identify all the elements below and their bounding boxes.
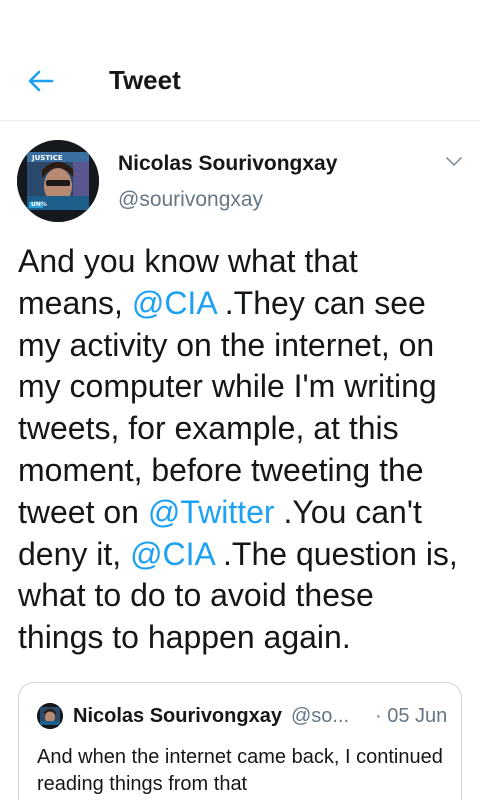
- tweet-menu-button[interactable]: [442, 150, 466, 174]
- mention-link[interactable]: @CIA: [130, 536, 214, 572]
- author-handle[interactable]: @sourivongxay: [118, 186, 263, 214]
- quoted-tweet-text: And when the internet came back, I conti…: [37, 746, 443, 795]
- tweet-detail-screen: Tweet JUSTICE UN% Nicolas Sourivongxay @…: [0, 0, 480, 800]
- mention-link[interactable]: @Twitter: [148, 494, 275, 530]
- tweet-body: And you know what that means, @CIA .They…: [18, 241, 468, 659]
- avatar-badge-bottom: UN%: [31, 201, 47, 208]
- chevron-down-icon: [446, 157, 462, 166]
- avatar-image: [37, 703, 63, 729]
- quoted-author-handle: @so...: [291, 705, 350, 727]
- back-button[interactable]: [26, 66, 56, 96]
- quoted-tweet-date: · 05 Jun: [375, 705, 448, 727]
- avatar-badge-top: JUSTICE: [32, 154, 63, 162]
- author-avatar[interactable]: JUSTICE UN%: [17, 140, 99, 222]
- quoted-author-avatar: [37, 703, 63, 729]
- page-title: Tweet: [109, 65, 181, 95]
- author-name[interactable]: Nicolas Sourivongxay: [118, 150, 337, 178]
- quoted-author-name: Nicolas Sourivongxay: [73, 705, 282, 727]
- top-app-bar: Tweet: [0, 0, 480, 121]
- arrow-left-icon: [28, 70, 54, 92]
- quoted-tweet-card[interactable]: Nicolas Sourivongxay @so... · 05 Jun And…: [18, 682, 462, 800]
- mention-link[interactable]: @CIA: [132, 285, 216, 321]
- avatar-image: [17, 140, 99, 222]
